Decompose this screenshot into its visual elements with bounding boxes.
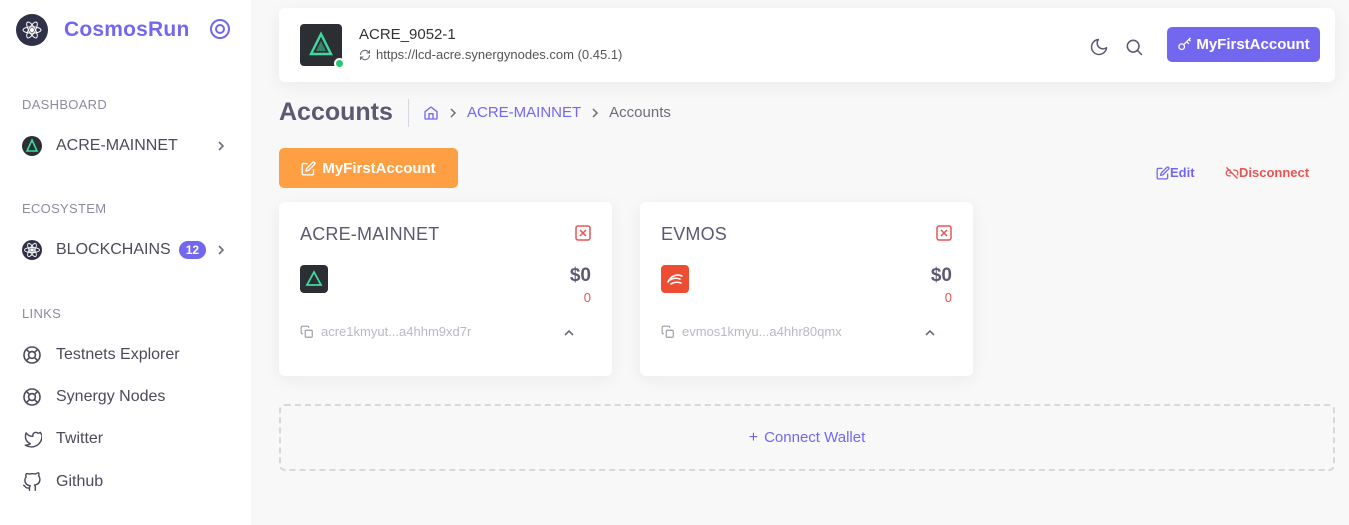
brand[interactable]: CosmosRun	[16, 14, 236, 46]
sidebar-item-synergy-nodes[interactable]: Synergy Nodes	[22, 385, 232, 409]
close-square-icon[interactable]	[936, 225, 952, 241]
chevron-right-icon	[590, 107, 600, 119]
sync-icon	[359, 49, 371, 61]
chevron-right-icon	[214, 138, 228, 159]
chevron-right-icon	[448, 107, 458, 119]
card-chain-name: EVMOS	[661, 224, 728, 244]
disconnect-link[interactable]: Disconnect	[1225, 165, 1309, 180]
chevron-up-icon[interactable]	[924, 328, 936, 338]
breadcrumb-current: Accounts	[609, 104, 671, 121]
card-address-text: evmos1kmyu...a4hhr80qmx	[682, 324, 842, 339]
sidebar-item-label: Synergy Nodes	[56, 388, 166, 405]
card-usd-value: $0	[569, 265, 591, 286]
edit-label: Edit	[1170, 165, 1195, 180]
acre-token-icon	[300, 265, 328, 293]
edit-account-link[interactable]: Edit	[1156, 165, 1195, 180]
chevron-right-icon	[214, 242, 228, 263]
card-address-text: acre1kmyut...a4hhm9xd7r	[321, 324, 472, 339]
sidebar-item-github[interactable]: Github	[22, 470, 232, 494]
card-token-amount: 0	[944, 290, 952, 305]
card-address[interactable]: acre1kmyut...a4hhm9xd7r	[300, 324, 471, 339]
close-square-icon[interactable]	[575, 225, 591, 241]
account-card-acre: ACRE-MAINNET $0 0 acre1kmyut...a4hhm9xd7…	[279, 202, 612, 376]
section-label-ecosystem: ECOSYSTEM	[22, 201, 107, 216]
edit-icon	[301, 161, 316, 175]
section-label-dashboard: DASHBOARD	[22, 97, 108, 112]
sidebar-toggle-icon[interactable]	[210, 19, 230, 39]
cosmos-logo-icon	[16, 14, 48, 46]
current-account-label: MyFirstAccount	[322, 159, 436, 177]
copy-icon	[300, 325, 313, 338]
blockchains-count-badge: 12	[178, 241, 207, 259]
chevron-up-icon[interactable]	[563, 328, 575, 338]
github-icon	[22, 472, 42, 492]
account-button-label: MyFirstAccount	[1196, 36, 1310, 53]
link-off-icon	[1225, 166, 1239, 179]
life-buoy-icon	[22, 387, 42, 407]
sidebar-item-label: BLOCKCHAINS	[56, 241, 171, 258]
cosmos-icon	[22, 240, 42, 260]
current-account-button[interactable]: MyFirstAccount	[279, 148, 458, 188]
account-button[interactable]: MyFirstAccount	[1167, 27, 1320, 62]
disconnect-label: Disconnect	[1239, 165, 1310, 180]
section-label-links: LINKS	[22, 306, 62, 321]
key-icon	[1178, 37, 1192, 51]
plus-icon: +	[748, 428, 759, 446]
sidebar-item-acre-mainnet[interactable]: ACRE-MAINNET	[22, 134, 232, 158]
sidebar-item-testnets-explorer[interactable]: Testnets Explorer	[22, 343, 232, 367]
rpc-endpoint[interactable]: https://lcd-acre.synergynodes.com (0.45.…	[359, 47, 622, 62]
chain-id: ACRE_9052-1	[359, 26, 456, 43]
copy-icon	[661, 325, 674, 338]
sidebar-item-label: Github	[56, 473, 104, 490]
connect-wallet-label: Connect Wallet	[764, 429, 866, 446]
breadcrumb-chain-link[interactable]: ACRE-MAINNET	[467, 104, 581, 121]
edit-icon	[1156, 165, 1170, 179]
connect-wallet-button[interactable]: + Connect Wallet	[279, 404, 1335, 471]
card-address[interactable]: evmos1kmyu...a4hhr80qmx	[661, 324, 842, 339]
sidebar-item-label: Twitter	[56, 430, 104, 447]
life-buoy-icon	[22, 345, 42, 365]
twitter-icon	[22, 429, 42, 449]
moon-icon[interactable]	[1088, 36, 1110, 58]
sidebar: CosmosRun DASHBOARD ACRE-MAINNET ECOSYST…	[0, 0, 251, 525]
home-icon[interactable]	[423, 105, 439, 121]
search-icon[interactable]	[1123, 36, 1145, 58]
evmos-token-icon	[661, 265, 689, 293]
acre-chain-logo[interactable]	[300, 24, 345, 69]
card-usd-value: $0	[930, 265, 952, 286]
acre-chain-icon	[22, 136, 42, 156]
sidebar-item-label: Testnets Explorer	[56, 346, 180, 363]
card-chain-name: ACRE-MAINNET	[300, 224, 440, 244]
top-navbar: ACRE_9052-1 https://lcd-acre.synergynode…	[279, 8, 1335, 82]
title-divider	[408, 99, 409, 127]
card-token-amount: 0	[583, 290, 591, 305]
online-status-dot	[334, 58, 345, 69]
sidebar-item-blockchains[interactable]: BLOCKCHAINS 12	[22, 238, 232, 262]
page-title: Accounts	[279, 98, 393, 126]
sidebar-item-label: ACRE-MAINNET	[56, 137, 178, 154]
sidebar-item-twitter[interactable]: Twitter	[22, 427, 232, 451]
brand-name: CosmosRun	[64, 18, 190, 41]
account-card-evmos: EVMOS $0 0 evmos1kmyu...a4hhr80qmx	[640, 202, 973, 376]
rpc-endpoint-text: https://lcd-acre.synergynodes.com (0.45.…	[376, 47, 623, 62]
breadcrumb: ACRE-MAINNET Accounts	[423, 104, 671, 121]
